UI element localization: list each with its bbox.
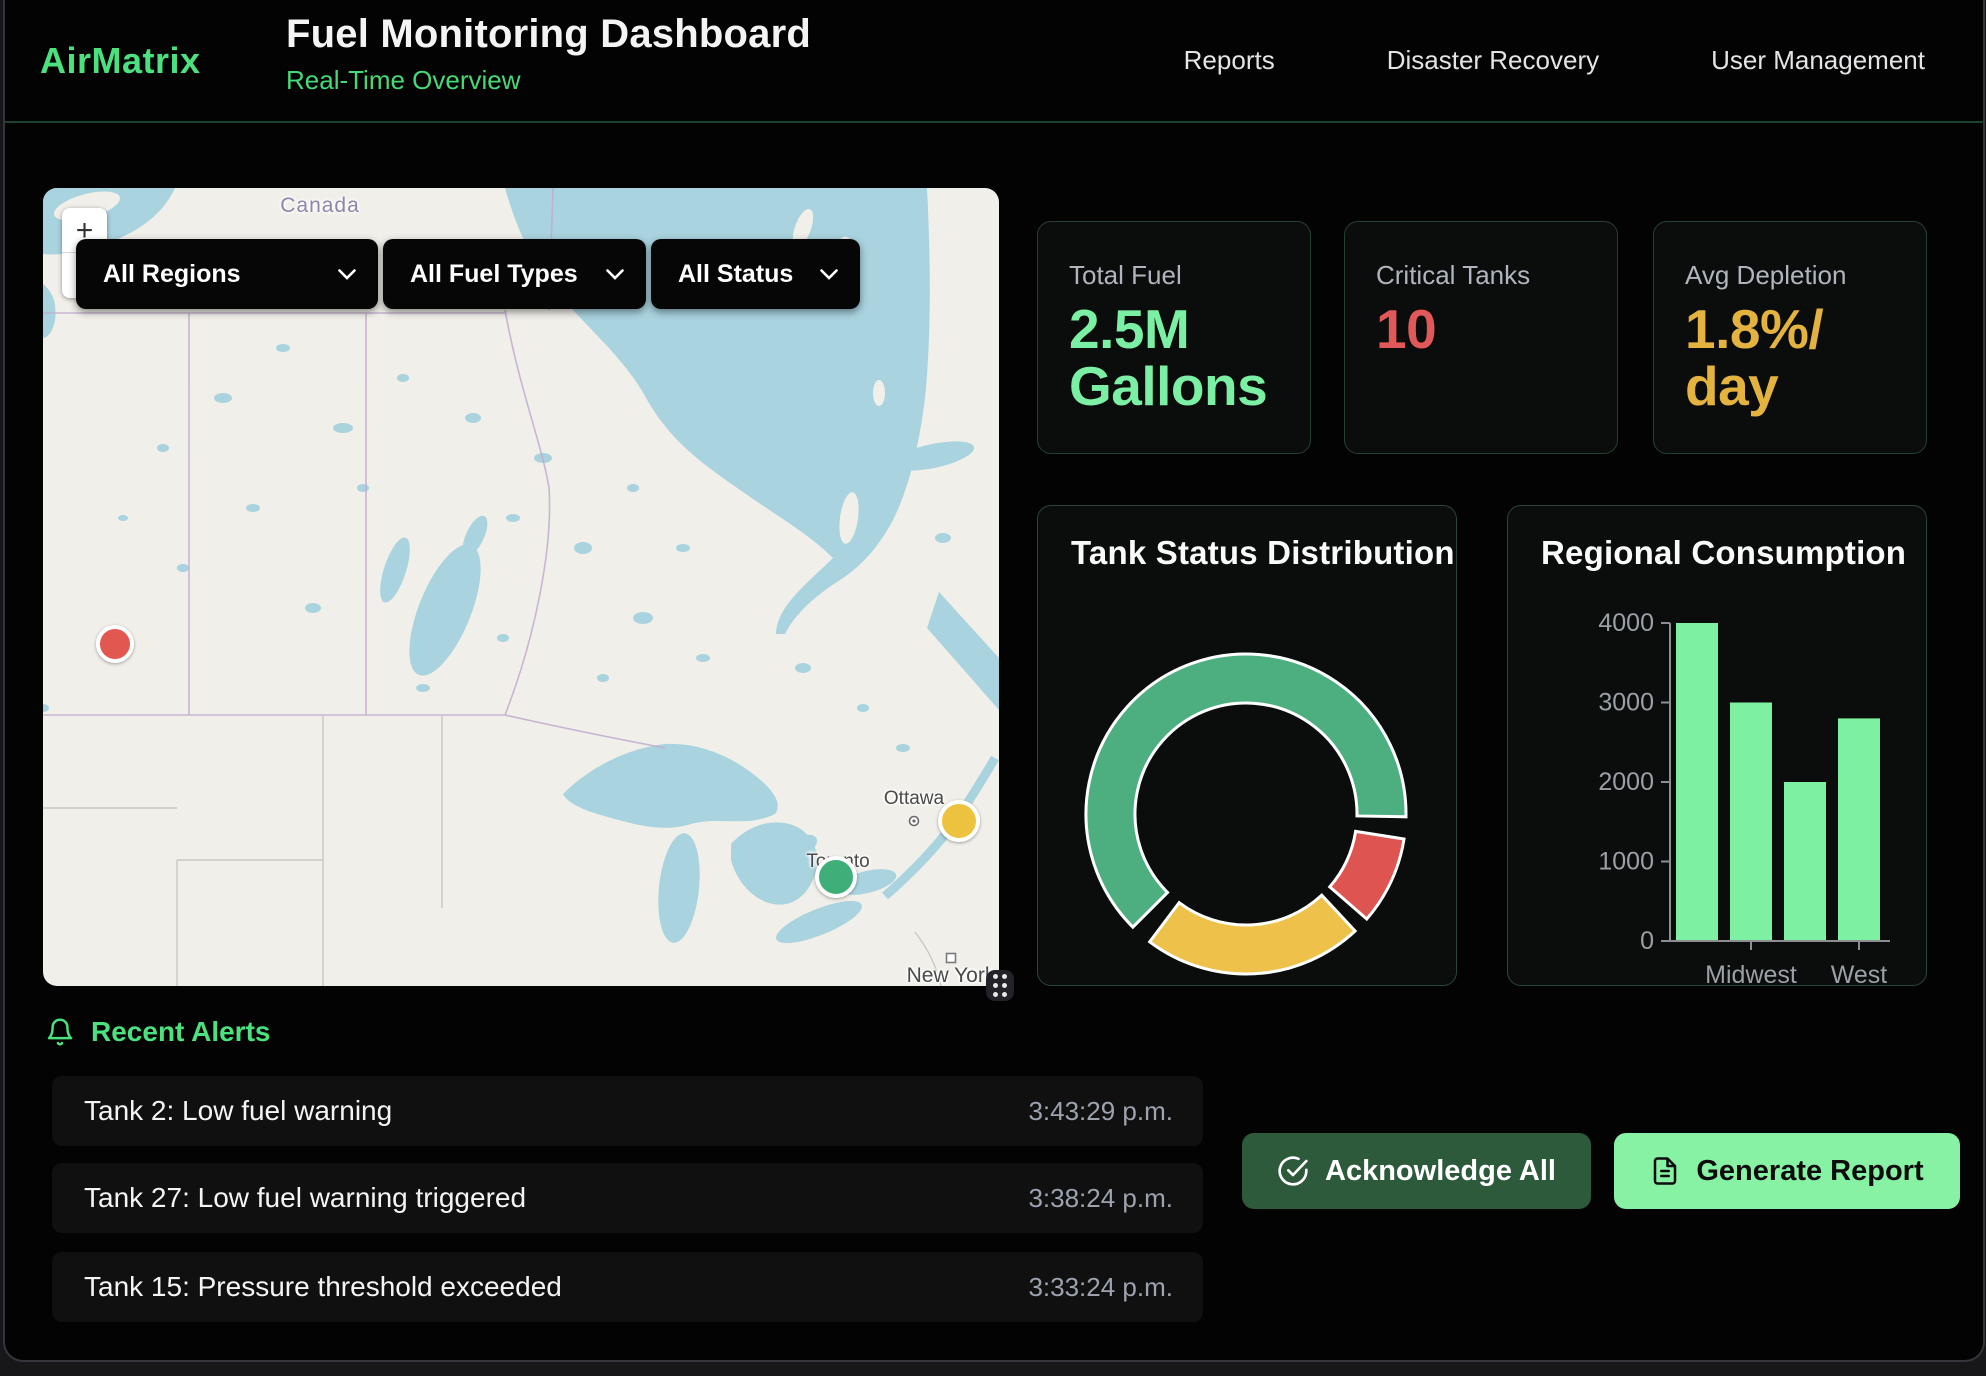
map-panel[interactable]: CanadaOttawaTorontoNew York + − All Regi… [43,188,999,986]
alert-timestamp: 3:43:29 p.m. [1028,1096,1173,1127]
y-tick-label: 3000 [1598,689,1654,717]
acknowledge-all-label: Acknowledge All [1325,1155,1556,1188]
region-filter-dropdown[interactable]: All Regions [76,239,378,309]
stat-value: 1.8%/day [1685,301,1895,415]
map-filters: All Regions All Fuel Types All Status [76,239,860,309]
alert-timestamp: 3:33:24 p.m. [1028,1272,1173,1303]
stat-label: Avg Depletion [1685,260,1895,291]
main-nav: Reports Disaster Recovery User Managemen… [1184,0,1925,121]
x-tick-label: West [1831,961,1888,987]
page-subtitle: Real-Time Overview [286,57,811,96]
y-tick-label: 2000 [1598,768,1654,796]
fuel-type-filter-label: All Fuel Types [410,260,578,289]
fuel-type-filter-dropdown[interactable]: All Fuel Types [383,239,646,309]
tank-status-chart-card: Tank Status Distribution [1037,505,1457,986]
bar-col1 [1676,623,1718,941]
check-circle-icon [1277,1155,1309,1187]
tank-marker-critical[interactable] [96,625,134,663]
stat-label: Critical Tanks [1376,260,1586,291]
stat-label: Total Fuel [1069,260,1279,291]
donut-segment-critical [1330,831,1404,919]
alert-text: Tank 15: Pressure threshold exceeded [84,1271,562,1303]
status-filter-label: All Status [678,260,793,289]
app-logo: AirMatrix [40,0,201,121]
stat-card-total-fuel: Total Fuel 2.5MGallons [1037,221,1311,454]
alert-row[interactable]: Tank 27: Low fuel warning triggered 3:38… [52,1163,1203,1233]
generate-report-label: Generate Report [1696,1155,1923,1188]
y-tick-label: 4000 [1598,609,1654,637]
title-block: Fuel Monitoring Dashboard Real-Time Over… [286,0,811,96]
donut-segment-warning [1150,895,1355,974]
map-label-city: Ottawa [884,788,944,810]
chevron-down-icon [338,269,356,280]
alert-timestamp: 3:38:24 p.m. [1028,1183,1173,1214]
y-tick-label: 0 [1640,927,1654,955]
alerts-section-title: Recent Alerts [91,1016,270,1048]
stat-card-avg-depletion: Avg Depletion 1.8%/day [1653,221,1927,454]
file-text-icon [1650,1156,1680,1186]
tank-marker-normal[interactable] [815,856,857,898]
alerts-header: Recent Alerts [45,1016,270,1048]
x-tick-label: Midwest [1705,961,1797,987]
acknowledge-all-button[interactable]: Acknowledge All [1242,1133,1591,1209]
alert-text: Tank 2: Low fuel warning [84,1095,392,1127]
map-label-country: Canada [280,194,360,218]
bar-col3 [1784,782,1826,941]
bell-icon [45,1016,75,1048]
tank-status-donut-chart [1038,506,1458,987]
chevron-down-icon [820,269,838,280]
page-title: Fuel Monitoring Dashboard [286,0,811,57]
region-filter-label: All Regions [103,260,241,289]
city-symbol-icon [907,814,921,828]
map-label-city: New York [907,964,996,986]
dashboard-container: AirMatrix Fuel Monitoring Dashboard Real… [3,0,1985,1362]
stat-value: 10 [1376,301,1586,358]
bar-Midwest [1730,703,1772,942]
chevron-down-icon [606,269,624,280]
resize-grip-icon[interactable] [986,970,1014,1001]
stat-value: 2.5MGallons [1069,301,1279,415]
regional-consumption-bar-chart: 0 1000 2000 3000 4000 Midwest West [1508,506,1928,987]
nav-user-management[interactable]: User Management [1711,45,1925,76]
header: AirMatrix Fuel Monitoring Dashboard Real… [5,0,1983,123]
generate-report-button[interactable]: Generate Report [1614,1133,1960,1209]
alert-row[interactable]: Tank 15: Pressure threshold exceeded 3:3… [52,1252,1203,1322]
tank-marker-warning[interactable] [938,800,980,842]
screen: AirMatrix Fuel Monitoring Dashboard Real… [0,0,1986,1376]
regional-consumption-chart-card: Regional Consumption 01000200030004000Mi… [1507,505,1927,986]
city-symbol-icon [944,951,958,965]
nav-reports[interactable]: Reports [1184,45,1275,76]
alert-row[interactable]: Tank 2: Low fuel warning 3:43:29 p.m. [52,1076,1203,1146]
status-filter-dropdown[interactable]: All Status [651,239,860,309]
bar-West [1838,718,1880,941]
y-tick-label: 1000 [1598,848,1654,876]
alert-text: Tank 27: Low fuel warning triggered [84,1182,526,1214]
stat-card-critical-tanks: Critical Tanks 10 [1344,221,1618,454]
nav-disaster-recovery[interactable]: Disaster Recovery [1387,45,1599,76]
